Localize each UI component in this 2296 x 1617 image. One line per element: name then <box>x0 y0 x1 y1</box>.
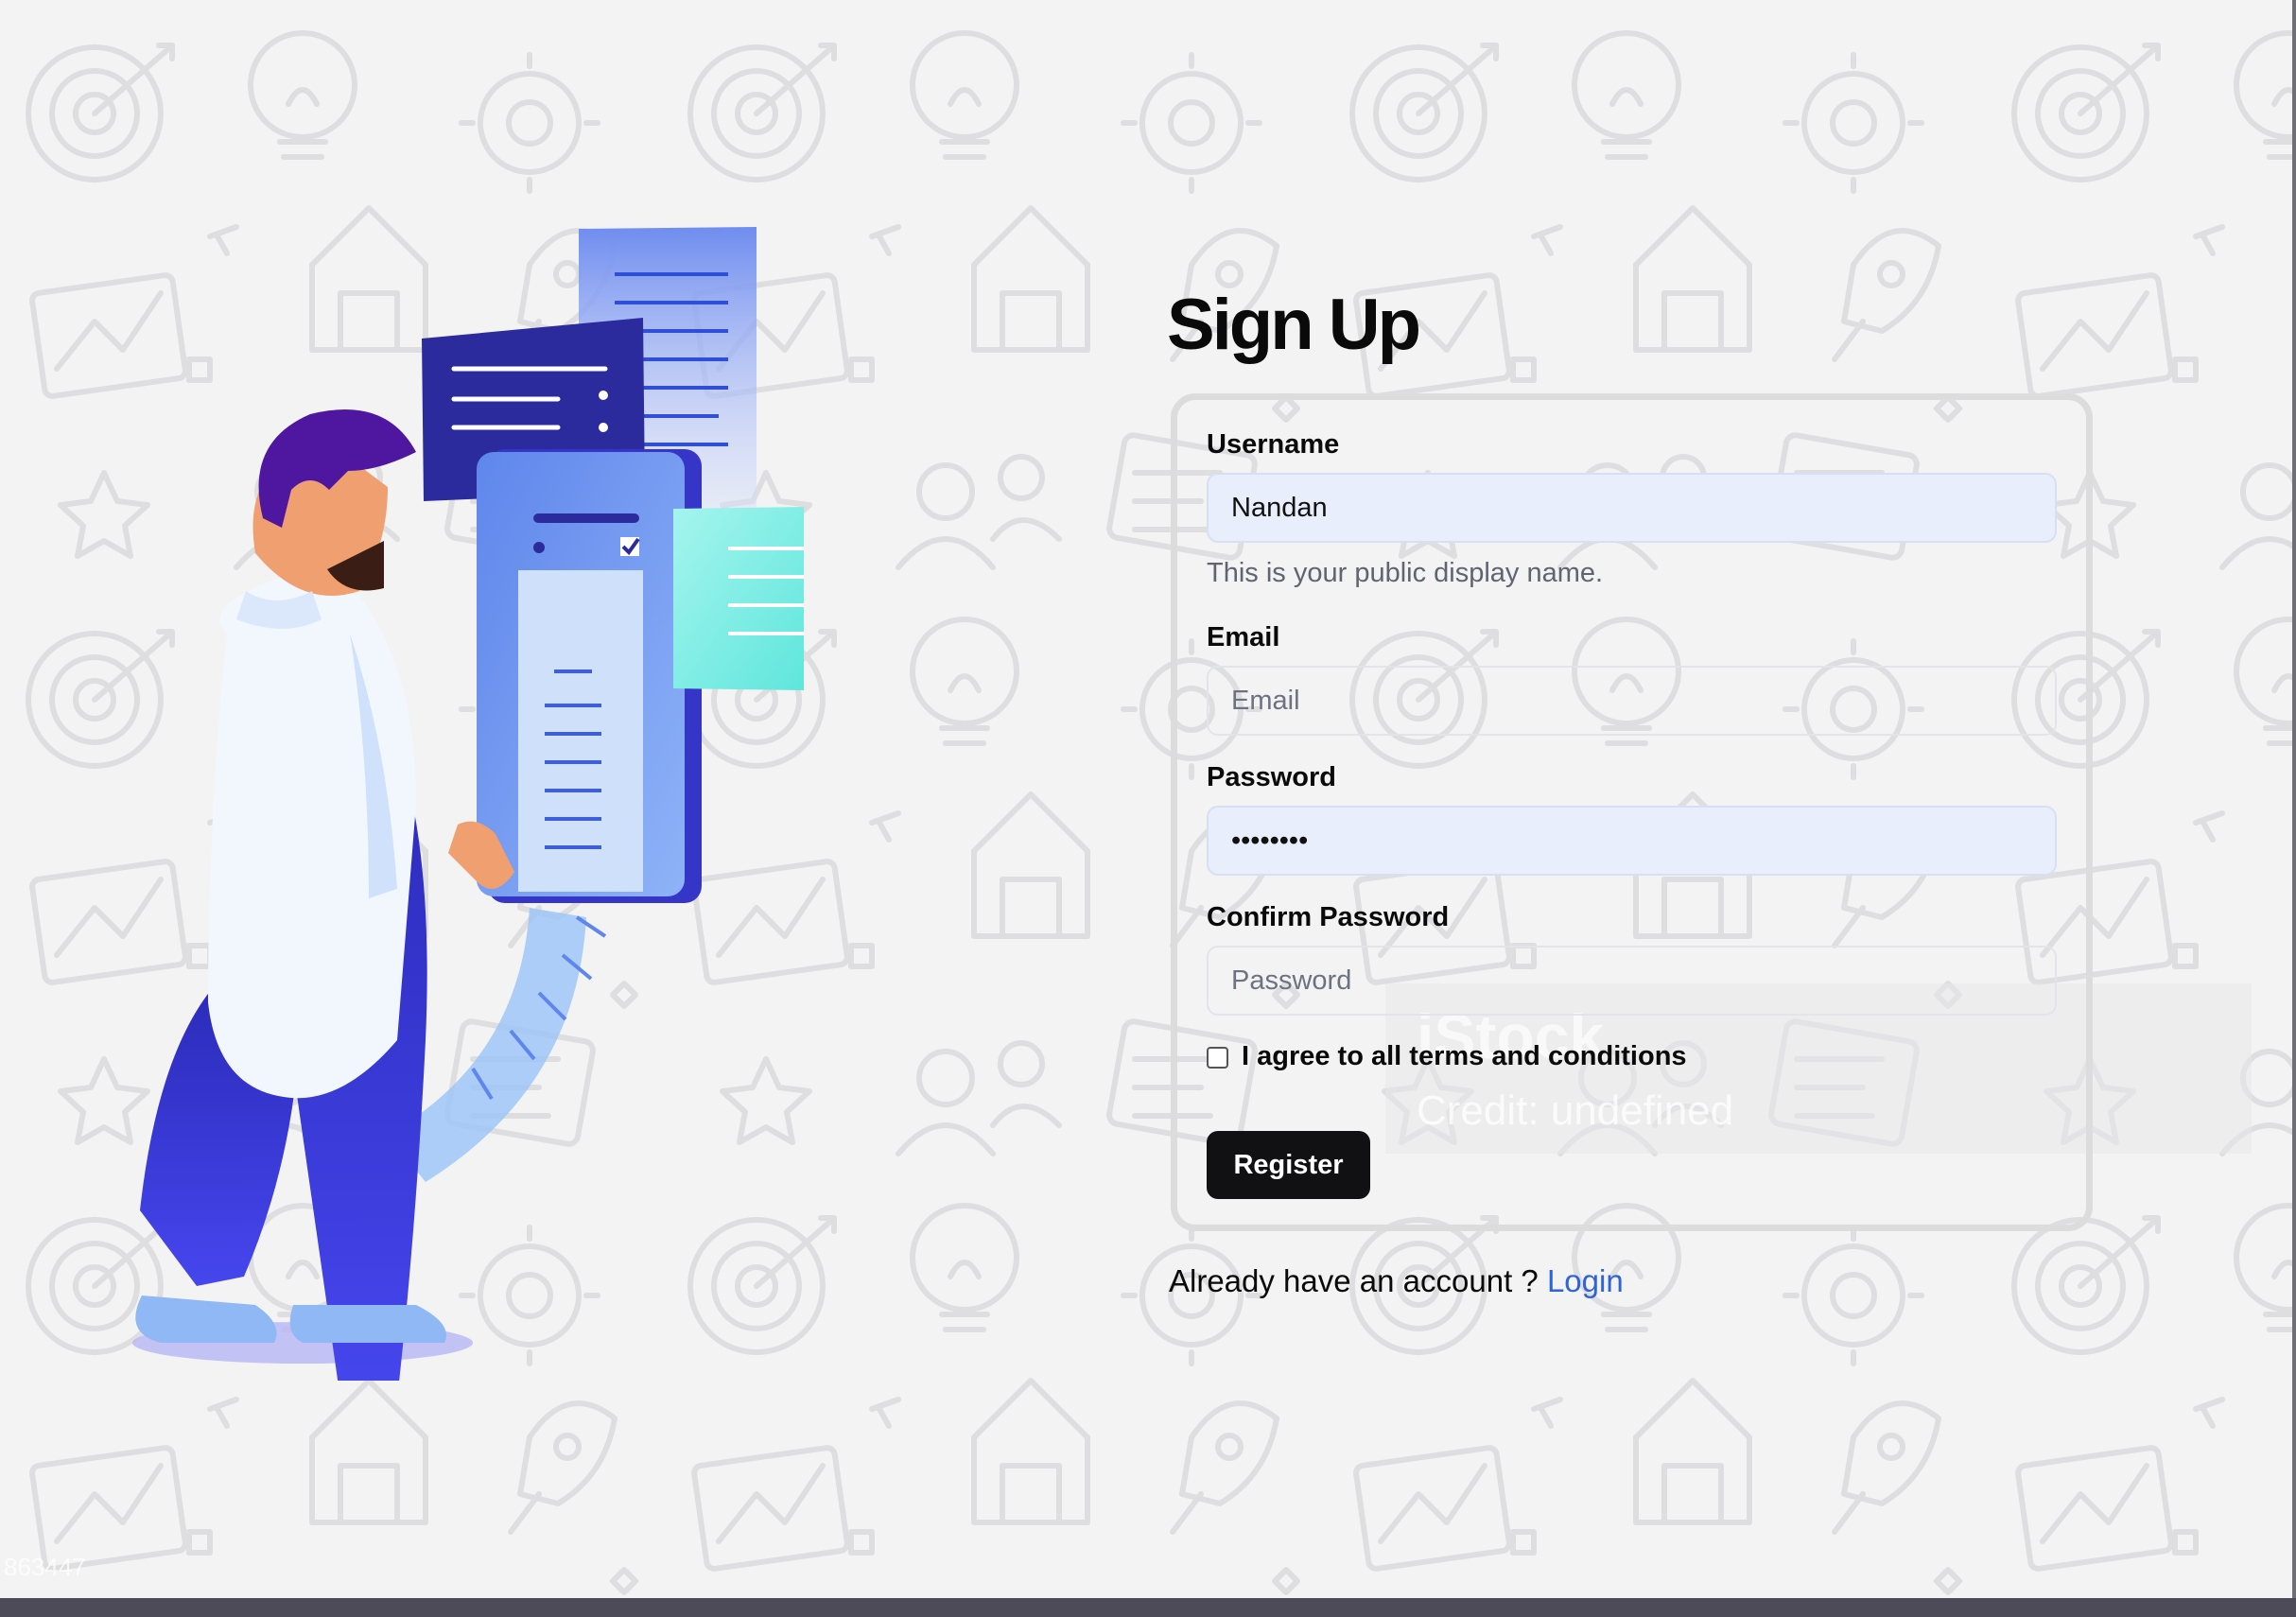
person-holding-phone-illustration <box>132 227 804 1381</box>
register-button[interactable]: Register <box>1207 1131 1370 1199</box>
username-label: Username <box>1207 429 1340 460</box>
password-input[interactable] <box>1207 806 2057 876</box>
page-title: Sign Up <box>1167 285 1421 365</box>
window-bottom-bar <box>0 1598 2296 1617</box>
email-input[interactable] <box>1207 666 2057 736</box>
confirm-password-input[interactable] <box>1207 946 2057 1016</box>
login-prompt-text: Already have an account ? <box>1169 1263 1547 1298</box>
password-label: Password <box>1207 762 1336 792</box>
confirm-password-label: Confirm Password <box>1207 902 1450 932</box>
terms-label[interactable]: I agree to all terms and conditions <box>1242 1041 1687 1072</box>
username-input[interactable] <box>1207 473 2057 543</box>
login-prompt: Already have an account ? Login <box>1169 1263 1624 1299</box>
username-hint: This is your public display name. <box>1207 558 1604 588</box>
login-link[interactable]: Login <box>1547 1263 1624 1298</box>
email-label: Email <box>1207 622 1280 652</box>
watermark-dimensions: 863447 <box>4 1553 86 1581</box>
window-right-edge <box>2292 0 2296 1598</box>
terms-checkbox[interactable] <box>1207 1047 1228 1069</box>
